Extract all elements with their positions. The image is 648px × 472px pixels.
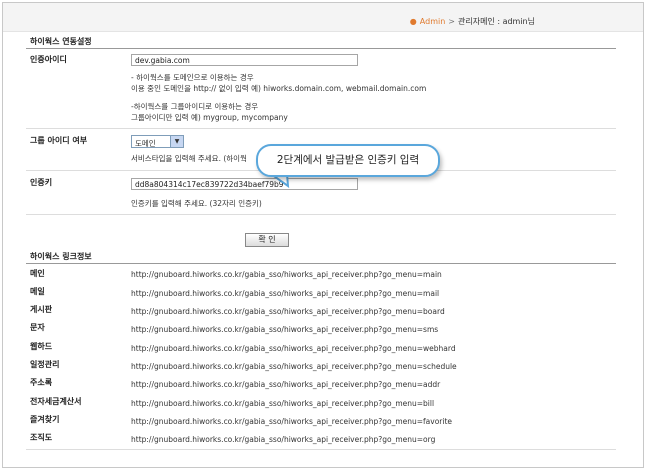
auth-key-label: 인증키 [30, 178, 53, 187]
link-row-url: http://gnuboard.hiworks.co.kr/gabia_sso/… [131, 289, 440, 298]
link-row-url: http://gnuboard.hiworks.co.kr/gabia_sso/… [131, 435, 436, 444]
link-row-label: 게시판 [30, 305, 53, 314]
link-row-url: http://gnuboard.hiworks.co.kr/gabia_sso/… [131, 307, 445, 316]
link-row-label: 주소록 [30, 378, 53, 387]
auth-id-help-domain-1: - 하이웍스를 도메인으로 이용하는 경우 [131, 73, 254, 82]
group-id-help: 서비스타입을 입력해 주세요. (하이웍 [131, 154, 247, 163]
auth-key-input[interactable]: dd8a804314c17ec839722d34baef79b9 [131, 178, 358, 190]
auth-id-help-domain-2: 이용 중인 도메인을 http:// 없이 입력 예) hiworks.doma… [131, 84, 427, 93]
link-row-label: 일정관리 [30, 360, 60, 369]
bullet-icon: ● [409, 17, 417, 26]
settings-section-title: 하이웍스 연동설정 [30, 37, 92, 46]
link-row-url: http://gnuboard.hiworks.co.kr/gabia_sso/… [131, 399, 435, 408]
link-row-url: http://gnuboard.hiworks.co.kr/gabia_sso/… [131, 344, 456, 353]
auth-id-help-group-1: -하이웍스를 그룹아이디로 이용하는 경우 [131, 102, 259, 111]
breadcrumb: ● Admin > 관리자메인 : admin님 [410, 16, 535, 27]
group-id-selected: 도메인 [135, 139, 156, 148]
link-row-url: http://gnuboard.hiworks.co.kr/gabia_sso/… [131, 380, 441, 389]
link-row-label: 웹하드 [30, 342, 53, 351]
link-row-label: 즐겨찾기 [30, 415, 60, 424]
link-row-url: http://gnuboard.hiworks.co.kr/gabia_sso/… [131, 417, 453, 426]
auth-id-label: 인증아이디 [30, 55, 67, 64]
breadcrumb-current: 관리자메인 : admin님 [457, 17, 535, 26]
link-row-label: 메인 [30, 269, 45, 278]
breadcrumb-separator: > [448, 17, 455, 26]
links-divider [26, 263, 616, 264]
group-id-label: 그룹 아이디 여부 [30, 136, 88, 145]
link-row-label: 조직도 [30, 433, 53, 442]
links-section-title: 하이웍스 링크정보 [30, 252, 92, 261]
auth-id-help-group-2: 그룹아이디만 입력 예) mygroup, mycompany [131, 113, 288, 122]
callout-bubble: 2단계에서 발급받은 인증키 입력 [256, 144, 440, 177]
settings-divider [26, 48, 616, 49]
link-row-label: 전자세금계산서 [30, 397, 82, 406]
links-bottom-divider [26, 449, 616, 450]
group-id-select[interactable]: 도메인 ▼ [131, 135, 184, 148]
breadcrumb-admin-link[interactable]: Admin [420, 17, 446, 26]
auth-id-input[interactable]: dev.gabia.com [131, 54, 358, 66]
link-row-url: http://gnuboard.hiworks.co.kr/gabia_sso/… [131, 325, 439, 334]
row-divider [26, 214, 616, 215]
top-bar: ● Admin > 관리자메인 : admin님 [3, 3, 643, 32]
chevron-down-icon[interactable]: ▼ [170, 136, 183, 147]
row-divider [26, 128, 616, 129]
confirm-button[interactable]: 확 인 [245, 233, 289, 247]
link-row-label: 메일 [30, 287, 45, 296]
link-row-url: http://gnuboard.hiworks.co.kr/gabia_sso/… [131, 270, 442, 279]
link-row-label: 문자 [30, 323, 45, 332]
link-row-url: http://gnuboard.hiworks.co.kr/gabia_sso/… [131, 362, 457, 371]
auth-key-help: 인증키를 입력해 주세요. (32자리 인증키) [131, 199, 262, 208]
